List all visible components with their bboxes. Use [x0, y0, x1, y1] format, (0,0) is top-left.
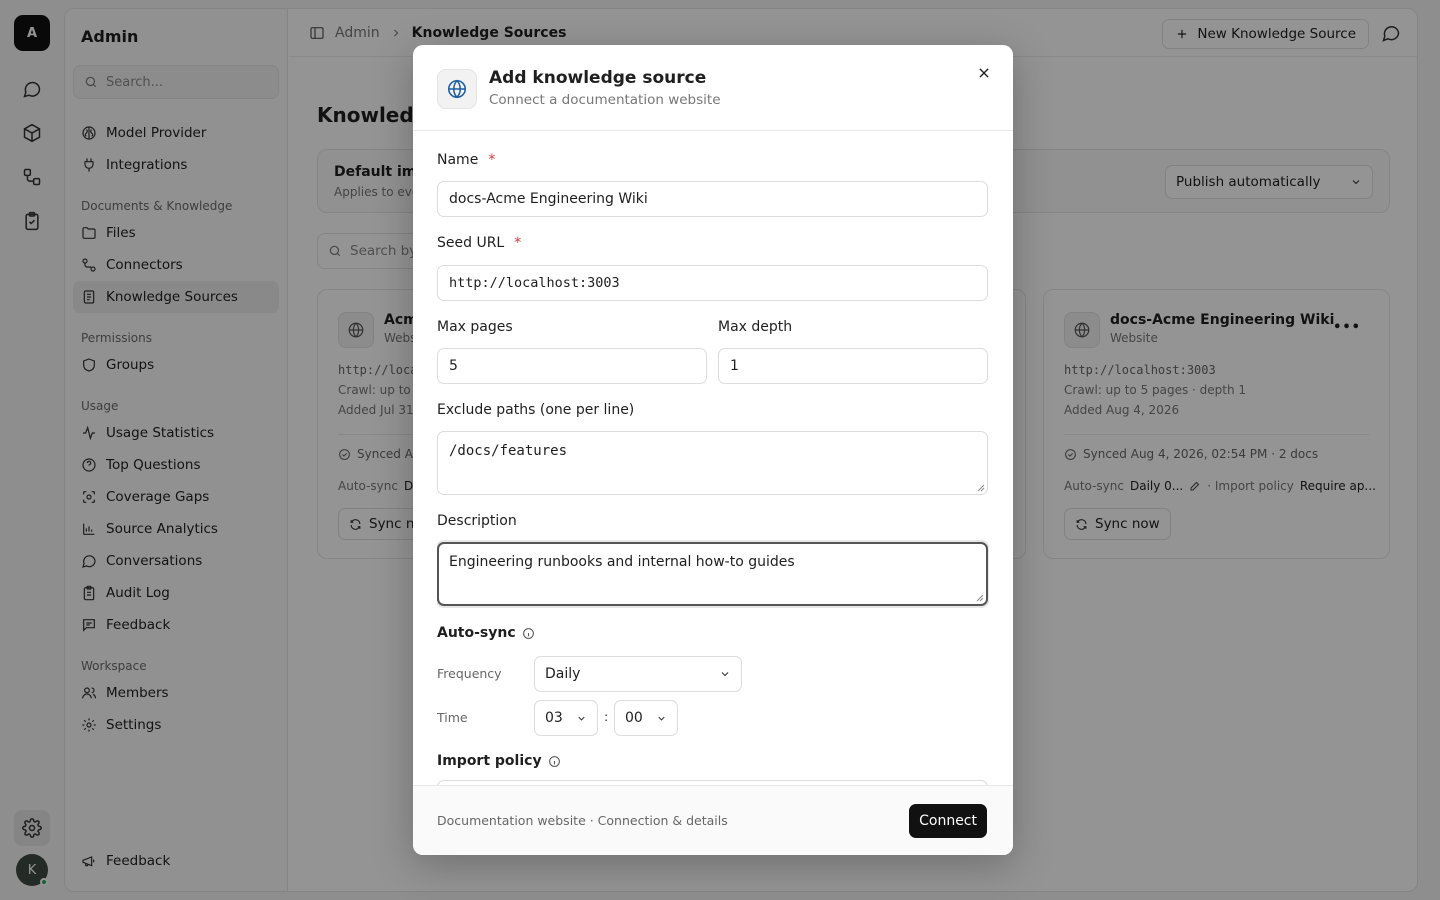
close-icon[interactable]: [973, 62, 995, 84]
description-label: Description: [437, 513, 517, 529]
frequency-select[interactable]: Daily: [534, 656, 742, 692]
seed-url-label: Seed URL *: [437, 235, 521, 251]
globe-icon: [437, 69, 477, 109]
frequency-label: Frequency: [437, 666, 502, 681]
chevron-down-icon: [658, 716, 665, 721]
autosync-heading: Auto-sync: [437, 625, 535, 641]
required-asterisk: *: [514, 235, 522, 251]
required-asterisk: *: [488, 152, 496, 168]
description-value: Engineering runbooks and internal how-to…: [449, 554, 795, 570]
exclude-paths-textarea[interactable]: /docs/features: [437, 431, 988, 495]
chevron-down-icon: [578, 716, 585, 721]
seed-url-label-text: Seed URL: [437, 235, 505, 251]
exclude-paths-value: /docs/features: [449, 443, 568, 459]
dialog-subtitle: Connect a documentation website: [489, 92, 721, 108]
seed-url-input-value: http://localhost:3003: [449, 275, 620, 291]
info-icon[interactable]: [548, 755, 561, 768]
minute-select[interactable]: 00: [614, 700, 678, 736]
minute-value: 00: [625, 710, 643, 726]
info-icon[interactable]: [522, 627, 535, 640]
frequency-value: Daily: [545, 666, 581, 682]
add-knowledge-source-dialog: Add knowledge source Connect a documenta…: [413, 45, 1013, 855]
max-depth-label: Max depth: [718, 319, 793, 335]
name-input-value: docs-Acme Engineering Wiki: [449, 191, 648, 207]
resize-grip-icon[interactable]: [977, 484, 985, 492]
time-label: Time: [437, 710, 468, 725]
dialog-title: Add knowledge source: [489, 68, 707, 88]
max-pages-label: Max pages: [437, 319, 513, 335]
name-input[interactable]: docs-Acme Engineering Wiki: [437, 181, 988, 217]
dialog-footer: Documentation website · Connection & det…: [413, 785, 1013, 855]
time-separator: :: [604, 709, 609, 724]
import-policy-heading-text: Import policy: [437, 753, 542, 769]
hour-select[interactable]: 03: [534, 700, 598, 736]
dialog-header: Add knowledge source Connect a documenta…: [413, 45, 1013, 131]
dialog-body: Name * docs-Acme Engineering Wiki Seed UR…: [437, 131, 989, 785]
seed-url-input[interactable]: http://localhost:3003: [437, 265, 988, 301]
name-label-text: Name: [437, 152, 479, 168]
hour-value: 03: [545, 710, 563, 726]
max-pages-value: 5: [449, 358, 458, 374]
description-textarea[interactable]: Engineering runbooks and internal how-to…: [437, 542, 988, 606]
chevron-down-icon: [721, 672, 729, 677]
resize-grip-icon[interactable]: [976, 594, 984, 602]
max-depth-value: 1: [730, 358, 739, 374]
footer-step-text: Documentation website · Connection & det…: [437, 813, 728, 828]
max-depth-input[interactable]: 1: [718, 348, 988, 384]
name-label: Name *: [437, 152, 495, 168]
connect-button[interactable]: Connect: [909, 804, 987, 838]
exclude-paths-label: Exclude paths (one per line): [437, 402, 635, 418]
max-pages-input[interactable]: 5: [437, 348, 707, 384]
autosync-heading-text: Auto-sync: [437, 625, 516, 641]
import-policy-heading: Import policy: [437, 753, 561, 769]
